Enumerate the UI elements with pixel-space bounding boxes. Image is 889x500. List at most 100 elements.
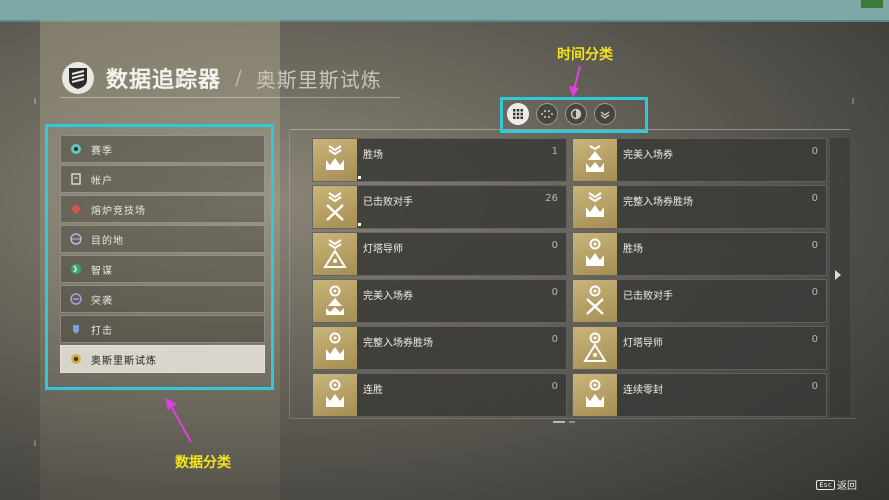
pyramid-eye-emblem-icon — [313, 280, 357, 322]
stat-value: 0 — [811, 240, 818, 251]
sidebar-item-label: 打击 — [91, 325, 113, 337]
swords-eye-emblem-icon — [573, 280, 617, 322]
title-separator: / — [235, 66, 242, 90]
stat-name: 连续零封 — [623, 385, 663, 396]
stat-name: 完整入场券胜场 — [623, 197, 693, 208]
page-header: 数据追踪器 / 奥斯里斯试炼 — [62, 60, 382, 96]
stat-value: 0 — [551, 240, 558, 251]
sidebar-item-gambit[interactable]: 智谋 — [60, 255, 265, 283]
sidebar-item-trials[interactable]: 奥斯里斯试炼 — [60, 345, 265, 373]
crucible-icon — [69, 202, 83, 216]
sidebar-item-strike[interactable]: 打击 — [60, 315, 265, 343]
time-annotation-arrow — [569, 65, 581, 97]
page-title: 数据追踪器 — [106, 68, 222, 93]
stat-value: 0 — [551, 334, 558, 345]
back-label: 返回 — [837, 481, 857, 492]
crown-eye-emblem-icon — [313, 374, 357, 416]
sidebar-item-label: 突袭 — [91, 295, 113, 307]
crown-eye-emblem-icon — [573, 374, 617, 416]
sidebar-item-destination[interactable]: 目的地 — [60, 225, 265, 253]
stat-tile[interactable]: 连续零封 0 — [572, 373, 827, 417]
stat-name: 完美入场券 — [623, 150, 673, 161]
account-icon — [69, 172, 83, 186]
progress-marker — [358, 223, 361, 226]
stat-value: 0 — [811, 146, 818, 157]
crown-chevrons-emblem-icon — [573, 186, 617, 228]
stat-name: 灯塔导师 — [363, 244, 403, 255]
stat-name: 连胜 — [363, 385, 383, 396]
stat-value: 1 — [551, 146, 558, 157]
swords-chevrons-emblem-icon — [313, 186, 357, 228]
crown-eye-emblem-icon — [313, 327, 357, 369]
back-button[interactable]: Esc 返回 — [816, 477, 857, 492]
stat-name: 完美入场券 — [363, 291, 413, 302]
season-dots-icon[interactable] — [536, 103, 558, 125]
stat-tile[interactable]: 已击败对手 26 — [312, 185, 567, 229]
strike-icon — [69, 322, 83, 336]
frame-corner — [34, 98, 36, 104]
data-annotation-arrow — [165, 398, 192, 443]
sidebar-item-season[interactable]: 赛季 — [60, 135, 265, 163]
progress-marker — [358, 176, 361, 179]
esc-key-icon: Esc — [816, 479, 835, 490]
stat-tile[interactable]: 已击败对手 0 — [572, 279, 827, 323]
crown-eye-emblem-icon — [573, 233, 617, 275]
crown-chevrons-emblem-icon — [313, 139, 357, 181]
raid-icon — [69, 292, 83, 306]
stat-value: 0 — [551, 287, 558, 298]
time-category-annotation: 时间分类 — [557, 47, 613, 63]
page-indicator — [553, 421, 575, 423]
stat-tile[interactable]: 完美入场券 0 — [312, 279, 567, 323]
panel-left-edge — [289, 131, 290, 418]
stat-value: 0 — [811, 193, 818, 204]
stat-tile[interactable]: 完整入场券胜场 0 — [572, 185, 827, 229]
gambit-icon — [69, 262, 83, 276]
header-divider — [60, 97, 400, 98]
stat-name: 已击败对手 — [623, 291, 673, 302]
pyramid-eye-emblem-icon — [573, 327, 617, 369]
stat-value: 0 — [811, 334, 818, 345]
crown-pyramid-emblem-icon — [573, 139, 617, 181]
stat-tile[interactable]: 完整入场券胜场 0 — [312, 326, 567, 370]
stat-tile[interactable]: 连胜 0 — [312, 373, 567, 417]
sidebar-item-label: 熔炉竞技场 — [91, 205, 146, 217]
stat-tile[interactable]: 胜场 1 — [312, 138, 567, 182]
panel-bottom-edge — [289, 418, 857, 419]
status-tag — [861, 0, 883, 8]
data-category-annotation: 数据分类 — [175, 455, 231, 471]
chevron-right-icon[interactable] — [835, 270, 841, 280]
stat-tile[interactable]: 灯塔导师 0 — [312, 232, 567, 276]
all-time-grid-icon[interactable] — [507, 103, 529, 125]
weekly-icon[interactable] — [565, 103, 587, 125]
stat-name: 胜场 — [363, 150, 383, 161]
daily-wings-icon[interactable] — [594, 103, 616, 125]
frame-corner — [34, 440, 36, 446]
stat-value: 0 — [811, 381, 818, 392]
sidebar-item-label: 智谋 — [91, 265, 113, 277]
top-bar — [0, 0, 889, 22]
stat-value: 0 — [811, 287, 818, 298]
time-filter-bar — [507, 103, 616, 125]
sidebar-item-crucible[interactable]: 熔炉竞技场 — [60, 195, 265, 223]
sidebar-item-label: 赛季 — [91, 145, 113, 157]
sidebar-item-label: 奥斯里斯试炼 — [91, 355, 157, 367]
stat-name: 完整入场券胜场 — [363, 338, 433, 349]
sidebar-item-label: 目的地 — [91, 235, 124, 247]
tracker-logo-icon — [62, 62, 94, 94]
stat-value: 26 — [545, 193, 558, 204]
stats-grid: 胜场 1 完美入场券 0 已击败对手 26 完整入场券胜场 0 灯塔导师 0 胜… — [312, 138, 827, 417]
season-icon — [69, 142, 83, 156]
stat-tile[interactable]: 完美入场券 0 — [572, 138, 827, 182]
sidebar-item-account[interactable]: 帐户 — [60, 165, 265, 193]
frame-corner — [852, 98, 854, 104]
stat-value: 0 — [551, 381, 558, 392]
trials-icon — [69, 352, 83, 366]
pyramid-chevrons-emblem-icon — [313, 233, 357, 275]
stat-name: 已击败对手 — [363, 197, 413, 208]
sidebar-item-raid[interactable]: 突袭 — [60, 285, 265, 313]
category-sidebar: 赛季 帐户 熔炉竞技场 目的地 智谋 突袭 打击 奥斯里斯试炼 — [60, 135, 265, 375]
sidebar-item-label: 帐户 — [91, 175, 113, 187]
stat-tile[interactable]: 胜场 0 — [572, 232, 827, 276]
stat-tile[interactable]: 灯塔导师 0 — [572, 326, 827, 370]
destination-icon — [69, 232, 83, 246]
